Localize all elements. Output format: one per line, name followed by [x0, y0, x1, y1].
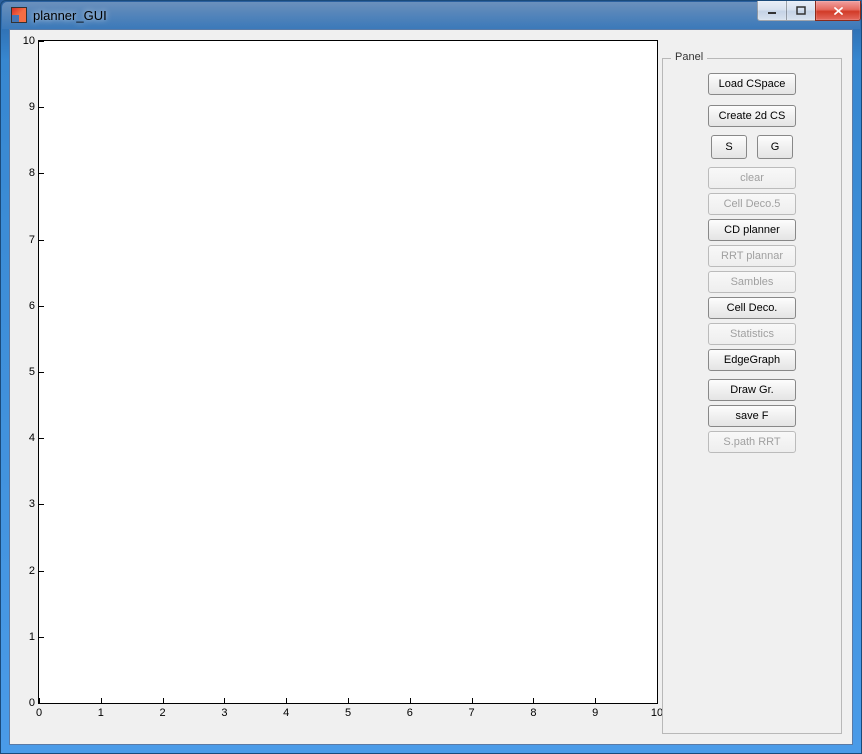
- save-f-button[interactable]: save F: [708, 405, 796, 427]
- s-button[interactable]: S: [711, 135, 747, 159]
- x-tick: [410, 698, 411, 703]
- rrt-plannar-button: RRT plannar: [708, 245, 796, 267]
- x-tick-label: 8: [530, 707, 536, 719]
- content-area: 012345678910012345678910 Panel Load CSpa…: [9, 29, 853, 745]
- cd-planner-button[interactable]: CD planner: [708, 219, 796, 241]
- window-controls: [758, 1, 861, 21]
- y-tick: [39, 438, 44, 439]
- y-tick: [39, 41, 44, 42]
- y-tick-label: 9: [29, 101, 35, 113]
- y-tick: [39, 173, 44, 174]
- x-tick-label: 2: [160, 707, 166, 719]
- y-tick-label: 2: [29, 565, 35, 577]
- y-tick: [39, 703, 44, 704]
- x-tick: [163, 698, 164, 703]
- y-tick-label: 10: [23, 35, 35, 47]
- load-cspace-button[interactable]: Load CSpace: [708, 73, 796, 95]
- maximize-button[interactable]: [786, 1, 816, 21]
- y-tick-label: 6: [29, 300, 35, 312]
- draw-gr-button[interactable]: Draw Gr.: [708, 379, 796, 401]
- minimize-button[interactable]: [757, 1, 787, 21]
- x-tick: [101, 698, 102, 703]
- y-tick-label: 8: [29, 167, 35, 179]
- y-tick-label: 1: [29, 631, 35, 643]
- x-tick-label: 9: [592, 707, 598, 719]
- app-window: planner_GUI 012345678910012345678910 Pan…: [0, 0, 862, 754]
- x-tick: [657, 698, 658, 703]
- y-tick: [39, 107, 44, 108]
- x-tick: [595, 698, 596, 703]
- x-tick-label: 0: [36, 707, 42, 719]
- edgegraph-button[interactable]: EdgeGraph: [708, 349, 796, 371]
- window-title: planner_GUI: [33, 8, 107, 23]
- x-tick: [533, 698, 534, 703]
- spath-rrt-button: S.path RRT: [708, 431, 796, 453]
- plot-region: 012345678910012345678910: [10, 30, 662, 744]
- x-tick-label: 3: [221, 707, 227, 719]
- matlab-icon: [11, 7, 27, 23]
- x-tick: [286, 698, 287, 703]
- y-tick-label: 4: [29, 432, 35, 444]
- x-tick-label: 6: [407, 707, 413, 719]
- y-tick-label: 5: [29, 366, 35, 378]
- x-tick: [472, 698, 473, 703]
- x-tick: [39, 698, 40, 703]
- y-tick: [39, 504, 44, 505]
- x-tick-label: 1: [98, 707, 104, 719]
- y-tick: [39, 571, 44, 572]
- x-tick-label: 5: [345, 707, 351, 719]
- x-tick: [224, 698, 225, 703]
- y-tick-label: 0: [29, 697, 35, 709]
- cell-deco-button[interactable]: Cell Deco.: [708, 297, 796, 319]
- clear-button: clear: [708, 167, 796, 189]
- titlebar: planner_GUI: [1, 1, 861, 29]
- y-tick: [39, 306, 44, 307]
- cell-deco5-button: Cell Deco.5: [708, 193, 796, 215]
- g-button[interactable]: G: [757, 135, 793, 159]
- x-tick-label: 4: [283, 707, 289, 719]
- y-tick: [39, 240, 44, 241]
- y-tick: [39, 637, 44, 638]
- panel-legend: Panel: [671, 51, 707, 63]
- x-tick-label: 7: [469, 707, 475, 719]
- y-tick-label: 3: [29, 498, 35, 510]
- statistics-button: Statistics: [708, 323, 796, 345]
- sambles-button: Sambles: [708, 271, 796, 293]
- axes[interactable]: 012345678910012345678910: [38, 40, 658, 704]
- close-button[interactable]: [815, 1, 861, 21]
- y-tick-label: 7: [29, 234, 35, 246]
- sg-row: S G: [711, 135, 793, 159]
- create-2d-cs-button[interactable]: Create 2d CS: [708, 105, 796, 127]
- y-tick: [39, 372, 44, 373]
- panel-group: Panel Load CSpace Create 2d CS S G clear…: [662, 58, 842, 734]
- x-tick: [348, 698, 349, 703]
